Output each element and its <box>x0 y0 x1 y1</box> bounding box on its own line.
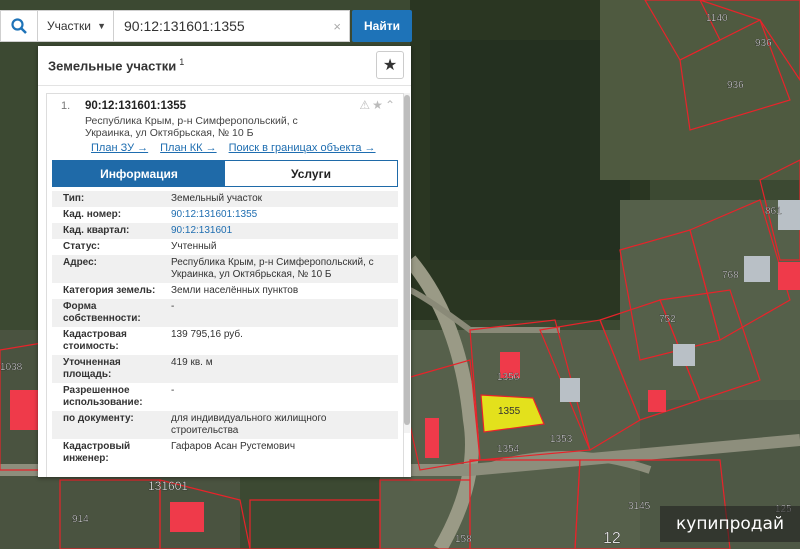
result-address: Республика Крым, р-н Симферопольский, с … <box>85 115 298 139</box>
svg-text:914: 914 <box>72 514 89 525</box>
watermark-logo: купипродай <box>660 506 800 542</box>
table-row: Кадастровая стоимость: 139 795,16 руб. <box>63 329 243 352</box>
search-bar: Участки ▼ 90:12:131601:1355 × Найти <box>0 10 412 42</box>
tab-services[interactable]: Услуги <box>225 161 397 186</box>
svg-text:3145: 3145 <box>628 501 651 512</box>
svg-text:861: 861 <box>765 206 782 217</box>
table-row: Уточненная площадь: 419 кв. м <box>52 355 398 383</box>
result-links: План ЗУ → План КК → Поиск в границах объ… <box>91 142 376 154</box>
svg-text:12: 12 <box>603 530 621 547</box>
table-row: Кад. номер: 90:12:131601:1355 <box>52 207 398 223</box>
clear-icon[interactable]: × <box>333 19 341 34</box>
svg-text:1353: 1353 <box>550 434 573 445</box>
map-label-1140: 1140 <box>706 13 728 24</box>
search-query: 90:12:131601:1355 <box>124 18 245 34</box>
svg-text:1038: 1038 <box>0 362 23 373</box>
result-card-header: 1. 90:12:131601:1355 Республика Крым, р-… <box>47 94 403 160</box>
table-row: Кадастровый инженер: Гафаров Асан Рустемо… <box>63 441 296 464</box>
svg-text:1355: 1355 <box>498 406 521 417</box>
panel-title: Земельные участки 1 <box>48 57 185 74</box>
search-input[interactable]: 90:12:131601:1355 × <box>114 10 350 42</box>
link-search-bounds[interactable]: Поиск в границах объекта → <box>229 142 376 154</box>
result-cad-number[interactable]: 90:12:131601:1355 <box>85 100 186 112</box>
table-row: Тип: Земельный участок <box>52 191 398 207</box>
table-row: Статус: Учтенный <box>63 241 217 252</box>
table-row: Адрес: Республика Крым, р-н Симферопольск… <box>52 255 398 283</box>
svg-text:768: 768 <box>722 270 739 281</box>
svg-text:1354: 1354 <box>497 444 520 455</box>
link-plan-kk[interactable]: План КК → <box>160 142 216 154</box>
panel-header: Земельные участки 1 ★ <box>38 46 411 86</box>
result-count: 1 <box>179 57 185 68</box>
panel-scrollbar[interactable] <box>404 93 410 433</box>
result-card: 1. 90:12:131601:1355 Республика Крым, р-… <box>46 93 404 477</box>
results-panel: Земельные участки 1 ★ 1. 90:12:131601:135… <box>38 46 411 477</box>
table-row: Форма собственности: - <box>52 299 398 327</box>
link-plan-zu[interactable]: План ЗУ → <box>91 142 148 154</box>
cad-quarter-link[interactable]: 90:12:131601 <box>167 223 398 239</box>
cad-number-link[interactable]: 90:12:131601:1355 <box>167 207 398 223</box>
tab-information[interactable]: Информация <box>53 161 225 186</box>
find-button[interactable]: Найти <box>352 10 412 42</box>
chevron-down-icon: ▼ <box>97 21 106 31</box>
search-type-label: Участки <box>47 19 91 33</box>
table-row: Категория земель: Земли населённых пункто… <box>63 285 299 296</box>
table-row: по документу: для индивидуального жилищно… <box>52 411 398 439</box>
search-icon[interactable] <box>0 10 38 42</box>
scrollbar-thumb[interactable] <box>404 95 410 425</box>
svg-text:158: 158 <box>455 534 472 545</box>
info-table: Тип: Земельный участок Кад. номер: 90:12:1… <box>52 191 398 467</box>
table-row: Разрешенное использование: - <box>63 385 175 408</box>
svg-text:936: 936 <box>727 80 744 91</box>
result-index: 1. <box>61 100 71 112</box>
svg-text:936: 936 <box>755 38 772 49</box>
svg-text:752: 752 <box>659 314 676 325</box>
table-row: Кад. квартал: 90:12:131601 <box>52 223 398 239</box>
result-tabs: Информация Услуги <box>52 160 398 187</box>
warning-icon[interactable]: ⚠★⌃ <box>359 98 397 112</box>
search-type-select[interactable]: Участки ▼ <box>38 10 114 42</box>
svg-text:131601: 131601 <box>148 479 188 493</box>
svg-text:1356: 1356 <box>497 372 520 383</box>
star-icon[interactable]: ★ <box>376 51 404 79</box>
